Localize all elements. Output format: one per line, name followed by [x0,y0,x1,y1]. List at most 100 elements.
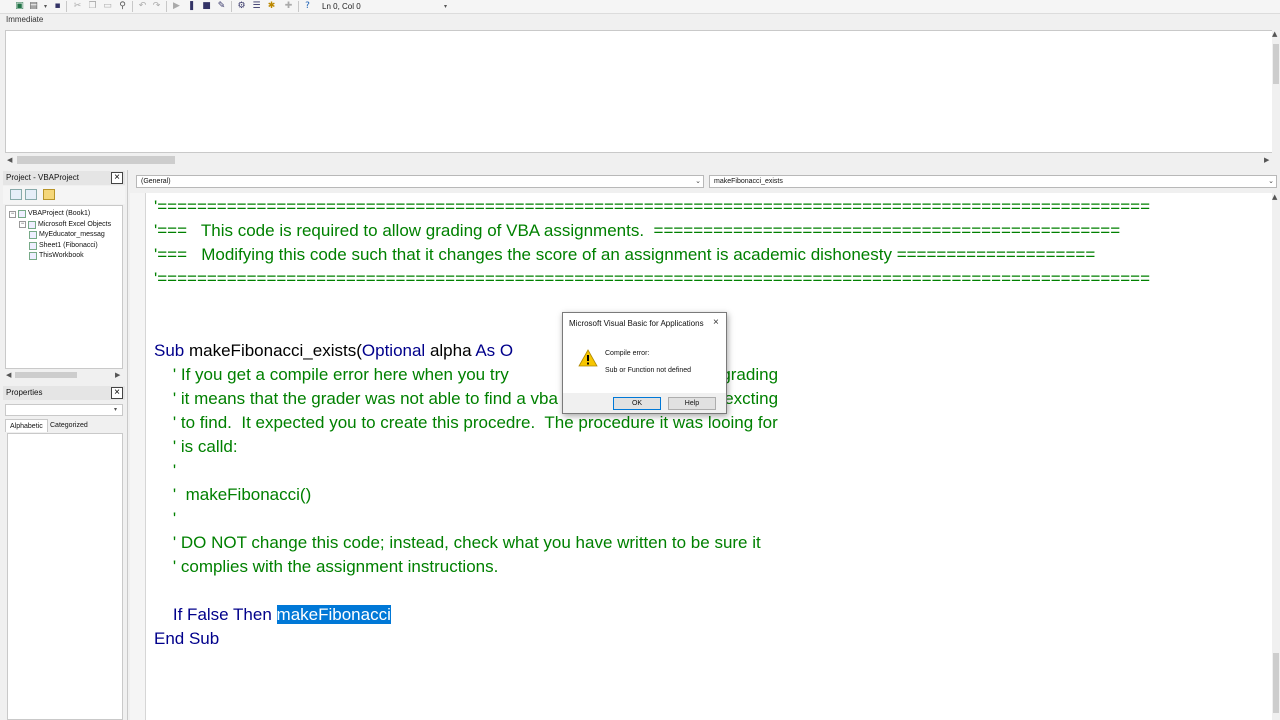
tree-item[interactable]: − Microsoft Excel Objects [19,220,111,230]
code-line[interactable]: '=== This code is required to allow grad… [154,221,1120,241]
code-line[interactable]: '=======================================… [154,269,1150,289]
break-icon[interactable]: ❚ [186,1,197,12]
code-token: ' complies with the assignment instructi… [154,557,499,576]
code-token: '=======================================… [154,197,1151,216]
immediate-window-pane[interactable] [5,30,1273,153]
code-line[interactable]: ' makeFibonacci() [154,485,311,505]
code-line[interactable]: ' [154,461,176,481]
paste-icon[interactable]: ▭ [102,1,113,12]
dialog-button-bar: OK Help [563,393,726,413]
properties-grid[interactable] [7,433,123,720]
module-icon [29,241,37,250]
code-line[interactable]: '=== Modifying this code such that it ch… [154,245,1095,265]
object-combo[interactable]: (General) ⌄ [136,175,704,188]
properties-object-select[interactable]: ▾ [5,404,123,416]
scroll-right-icon[interactable]: ▶ [115,369,120,381]
procedure-combo-value: makeFibonacci_exists [714,178,783,185]
procedure-combo[interactable]: makeFibonacci_exists ⌄ [709,175,1277,188]
insert-icon[interactable]: ▤ [28,1,39,12]
properties-title: Properties [3,386,125,400]
scroll-up-icon[interactable]: ▲ [1272,191,1277,203]
chevron-down-icon[interactable]: ⌄ [1268,176,1274,187]
close-icon[interactable]: × [713,317,719,328]
code-line[interactable]: Sub makeFibonacci_exists(Optional alpha … [154,341,513,361]
tab-categorized[interactable]: Categorized [46,419,92,432]
project-explorer-icon[interactable]: ⚙ [236,1,247,12]
view-code-icon[interactable] [10,189,22,200]
code-editor[interactable]: '=======================================… [146,193,1272,720]
design-mode-icon[interactable]: ✎ [216,1,227,12]
save-icon[interactable]: ▪ [52,1,63,12]
cut-icon[interactable]: ✂ [72,1,83,12]
code-token: makeFibonacci_exists( [188,341,362,360]
code-token: As [475,341,500,360]
code-line[interactable]: '=======================================… [154,197,1150,217]
code-line[interactable]: ' [154,509,176,529]
redo-icon[interactable]: ↷ [151,1,162,12]
help-icon[interactable]: ? [302,1,313,12]
toolbox-icon[interactable]: ✚ [283,1,294,12]
undo-icon[interactable]: ↶ [137,1,148,12]
code-line[interactable]: ' is calld: [154,437,238,457]
find-icon[interactable]: ⚲ [117,1,128,12]
code-token: O [499,341,514,360]
folder-icon [28,220,36,229]
selected-text: makeFibonacci [276,605,391,624]
code-token: '=== Modifying this code such that it ch… [154,245,1096,264]
scroll-left-icon[interactable]: ◀ [7,154,12,166]
project-horizontal-scrollbar[interactable]: ◀ ▶ [5,370,123,380]
object-browser-icon[interactable]: ✱ [266,1,277,12]
code-token: '=======================================… [154,269,1151,288]
tree-item[interactable]: − VBAProject (Book1) [9,209,90,219]
excel-icon[interactable]: ▣ [14,1,25,12]
toolbar-overflow-icon[interactable]: ▾ [440,1,451,12]
tree-item[interactable]: Sheet1 (Fibonacci) [29,241,98,251]
scroll-up-icon[interactable]: ▲ [1272,28,1277,40]
vba-editor-window: ▣ ▤ ▾ ▪ ✂ ❐ ▭ ⚲ ↶ ↷ ▶ ❚ ■ ✎ ⚙ ☰ ✱ ✚ ? Ln… [0,0,1280,720]
code-line[interactable]: End Sub [154,629,219,649]
chevron-down-icon[interactable]: ⌄ [695,176,701,187]
toggle-folders-icon[interactable] [43,189,55,200]
scroll-thumb[interactable] [1273,44,1279,84]
collapse-toggle-icon[interactable]: − [19,221,26,228]
code-vertical-scrollbar[interactable]: ▲ [1272,193,1280,720]
module-icon [29,231,37,239]
tab-alphabetic[interactable]: Alphabetic [5,419,48,432]
code-line[interactable]: ' to find. It expected you to create thi… [154,413,778,433]
properties-tabs: Alphabetic Categorized [5,419,123,433]
help-button[interactable]: Help [668,397,716,410]
project-tree[interactable]: − VBAProject (Book1) − Microsoft Excel Obje… [5,205,123,369]
code-token: ' to find. It expected you to create thi… [154,413,778,432]
code-token: ' [154,461,177,480]
code-token: ' DO NOT change this code; instead, chec… [154,533,761,552]
view-object-icon[interactable] [25,189,37,200]
scroll-thumb[interactable] [17,156,175,164]
project-explorer-title: Project - VBAProject [3,171,125,185]
code-margin-indicator-bar[interactable] [130,193,146,720]
chevron-down-icon[interactable]: ▾ [114,404,117,416]
code-line[interactable]: ' DO NOT change this code; instead, chec… [154,533,761,553]
collapse-toggle-icon[interactable]: − [9,210,16,218]
standard-toolbar: ▣ ▤ ▾ ▪ ✂ ❐ ▭ ⚲ ↶ ↷ ▶ ❚ ■ ✎ ⚙ ☰ ✱ ✚ ? Ln… [0,0,1280,14]
ok-button[interactable]: OK [613,397,661,410]
reset-icon[interactable]: ■ [201,1,212,12]
close-icon[interactable]: × [111,387,123,399]
immediate-vertical-scrollbar[interactable]: ▲ [1272,30,1280,153]
scroll-left-icon[interactable]: ◀ [6,369,11,381]
close-icon[interactable]: × [111,172,123,184]
tree-item[interactable]: ThisWorkbook [29,251,84,261]
run-icon[interactable]: ▶ [171,1,182,12]
copy-icon[interactable]: ❐ [87,1,98,12]
tree-item[interactable]: MyEducator_messag [29,230,105,240]
dropdown-arrow-icon[interactable]: ▾ [40,1,51,12]
object-combo-value: (General) [141,178,171,185]
scroll-thumb[interactable] [1273,653,1279,713]
scroll-thumb[interactable] [15,372,77,378]
immediate-horizontal-scrollbar[interactable]: ◀ ▶ [5,154,1273,166]
dialog-message-body: Sub or Function not defined [605,367,692,374]
dialog-message-heading: Compile error: [605,350,650,357]
code-line[interactable]: ' complies with the assignment instructi… [154,557,498,577]
scroll-right-icon[interactable]: ▶ [1264,154,1269,166]
code-line[interactable]: If False Then makeFibonacci [154,605,391,625]
properties-icon[interactable]: ☰ [251,1,262,12]
